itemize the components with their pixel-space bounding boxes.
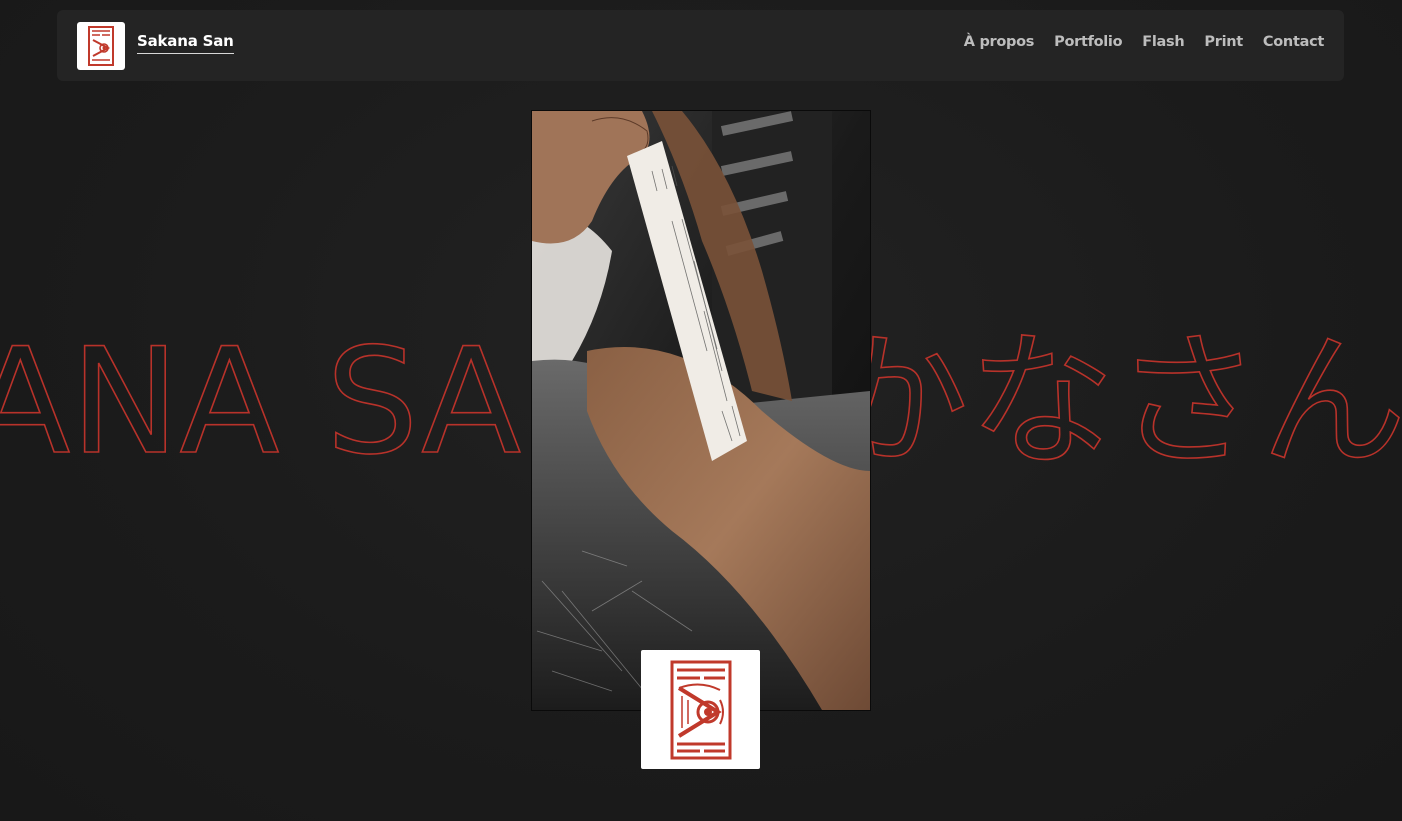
brand-name[interactable]: Sakana San bbox=[137, 32, 234, 54]
sakana-seal-logo-icon bbox=[88, 26, 114, 66]
logo-link[interactable] bbox=[77, 22, 125, 70]
nav-item-a-propos[interactable]: À propos bbox=[964, 34, 1035, 50]
nav-item-contact[interactable]: Contact bbox=[1263, 34, 1324, 50]
nav-item-flash[interactable]: Flash bbox=[1142, 34, 1184, 50]
hero-stamp bbox=[641, 650, 760, 769]
site-header: Sakana San À propos Portfolio Flash Prin… bbox=[57, 10, 1344, 81]
nav-item-print[interactable]: Print bbox=[1204, 34, 1243, 50]
main-nav: À propos Portfolio Flash Print Contact bbox=[964, 34, 1325, 50]
sakana-seal-stamp-icon bbox=[670, 660, 731, 759]
nav-item-portfolio[interactable]: Portfolio bbox=[1054, 34, 1122, 50]
page: SAKANA SAN さかなさん Sakana San À propos Por… bbox=[0, 0, 1402, 821]
hero-video[interactable] bbox=[531, 110, 871, 711]
tattoo-video-frame bbox=[532, 111, 870, 710]
